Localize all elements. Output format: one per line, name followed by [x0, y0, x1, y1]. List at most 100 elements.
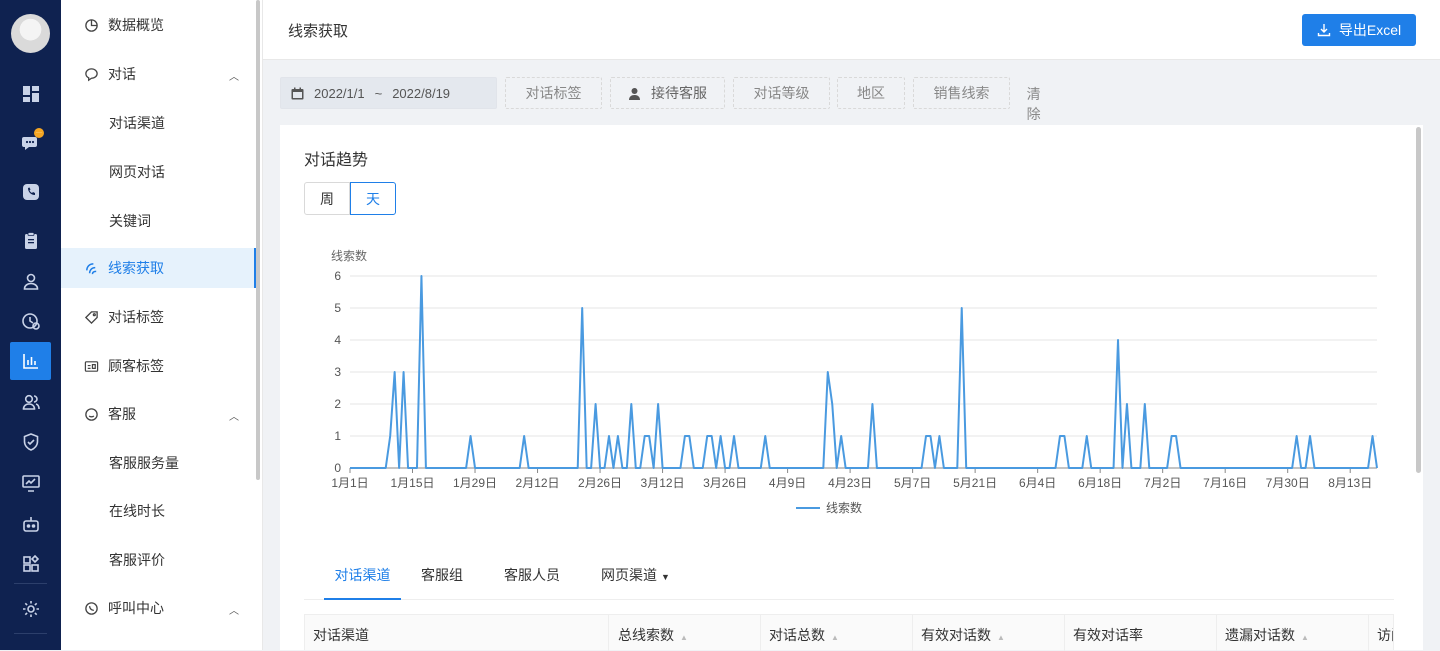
column-header-sortable[interactable]: 总线索数 ▲	[618, 625, 688, 645]
menu-item-leads[interactable]: 线索获取	[61, 248, 257, 288]
menu-item-label: 线索获取	[108, 260, 164, 276]
x-tick-label: 3月12日	[641, 476, 685, 490]
phone-icon[interactable]	[10, 173, 51, 211]
menu-group-service[interactable]: 客服 ︿	[61, 394, 257, 434]
dashboard-icon[interactable]	[10, 75, 51, 113]
menu-item-label: 在线时长	[109, 503, 165, 519]
menu-item-label: 对话渠道	[109, 115, 165, 131]
menu-item-label: 对话标签	[108, 309, 164, 325]
download-icon	[1317, 24, 1331, 37]
messages-icon[interactable]: ···	[10, 124, 51, 162]
sales-leads-filter[interactable]: 销售线索	[913, 77, 1010, 109]
y-axis-label: 线索数	[331, 248, 367, 263]
x-tick-label: 6月4日	[1019, 476, 1056, 490]
monitor-chart-icon[interactable]	[10, 464, 51, 502]
column-header[interactable]: 对话渠道	[313, 625, 369, 645]
x-tick-label: 5月7日	[894, 476, 931, 490]
table-header: 对话渠道 总线索数 ▲ 对话总数 ▲ 有效对话数 ▲ 有效对话率 遗漏对话数 ▲ 访问	[304, 614, 1394, 651]
menu-item-label: 关键词	[109, 213, 151, 229]
shield-icon[interactable]	[10, 423, 51, 461]
robot-icon[interactable]	[10, 505, 51, 543]
y-tick-label: 1	[334, 429, 341, 443]
menu-group-call-center[interactable]: 呼叫中心 ︿	[61, 588, 257, 628]
content-scrollbar[interactable]	[1416, 127, 1421, 473]
agent-filter[interactable]: 接待客服	[610, 77, 725, 109]
menu-item-label: 网页对话	[109, 164, 165, 180]
x-tick-label: 1月15日	[390, 476, 434, 490]
breakdown-tabs: 对话渠道 客服组 客服人员 网页渠道 ▼	[304, 559, 1394, 600]
avatar[interactable]	[11, 14, 50, 53]
menu-item-keywords[interactable]: 关键词	[61, 201, 257, 241]
dialog-tag-filter[interactable]: 对话标签	[505, 77, 602, 109]
menu-item-label: 呼叫中心	[108, 600, 164, 616]
date-range-picker[interactable]: 2022/1/1 ~ 2022/8/19	[280, 77, 497, 109]
menu-scrollbar[interactable]	[256, 0, 260, 480]
contacts-icon[interactable]	[10, 383, 51, 421]
menu-item-service-volume[interactable]: 客服服务量	[61, 443, 257, 483]
apps-icon[interactable]	[10, 545, 51, 583]
tab-dialog-channel[interactable]: 对话渠道	[324, 565, 401, 600]
rail-divider	[14, 583, 47, 584]
tab-agents[interactable]: 客服人员	[504, 565, 560, 600]
column-divider	[1216, 615, 1217, 651]
day-toggle-button[interactable]: 天	[350, 182, 396, 215]
caret-down-icon: ▼	[661, 572, 670, 582]
clock-chart-icon[interactable]	[10, 302, 51, 340]
magnet-icon	[83, 260, 99, 276]
column-header[interactable]: 有效对话率	[1073, 625, 1143, 645]
trend-card: 对话趋势 周 天 线索数 0 1 2 3 4 5 6 1月1日 1月15日 1月29日 2月12日 2月…	[280, 125, 1423, 651]
column-label: 对话渠道	[313, 627, 369, 643]
column-header[interactable]: 访问	[1377, 625, 1393, 645]
sort-icon: ▲	[997, 633, 1005, 642]
menu-item-overview[interactable]: 数据概览	[61, 5, 257, 45]
menu-item-customer-tags[interactable]: 顾客标签	[61, 346, 257, 386]
main-content: 线索获取 导出Excel 2022/1/1 ~ 2022/8/19 对话标签 接…	[263, 0, 1440, 651]
y-tick-label: 6	[334, 269, 341, 283]
settings-icon[interactable]	[10, 590, 51, 628]
column-divider	[1368, 615, 1369, 651]
y-tick-label: 5	[334, 301, 341, 315]
tab-agent-group[interactable]: 客服组	[421, 565, 463, 600]
notification-badge: ···	[34, 128, 44, 138]
menu-item-web-dialog[interactable]: 网页对话	[61, 152, 257, 192]
pie-chart-icon	[83, 17, 99, 33]
menu-group-dialog[interactable]: 对话 ︿	[61, 54, 257, 94]
person-icon	[629, 87, 640, 100]
user-icon[interactable]	[10, 262, 51, 300]
chat-bubble-icon	[83, 66, 99, 82]
x-tick-label: 3月26日	[703, 476, 747, 490]
date-end: 2022/8/19	[392, 85, 451, 101]
tab-web-channel[interactable]: 网页渠道 ▼	[601, 565, 670, 600]
app-rail: ···	[0, 0, 61, 650]
export-excel-button[interactable]: 导出Excel	[1302, 14, 1416, 46]
menu-item-online-time[interactable]: 在线时长	[61, 491, 257, 531]
clipboard-icon[interactable]	[10, 222, 51, 260]
menu-item-service-rating[interactable]: 客服评价	[61, 540, 257, 580]
column-header-sortable[interactable]: 对话总数 ▲	[769, 625, 839, 645]
week-toggle-button[interactable]: 周	[304, 182, 350, 215]
x-tick-label: 4月23日	[828, 476, 872, 490]
column-label: 总线索数	[618, 627, 674, 643]
statistics-icon[interactable]	[10, 342, 51, 380]
menu-item-label: 客服	[108, 406, 136, 422]
menu-item-dialog-tags[interactable]: 对话标签	[61, 297, 257, 337]
id-card-icon	[83, 358, 99, 374]
date-start: 2022/1/1	[314, 85, 365, 101]
x-tick-label: 4月9日	[769, 476, 806, 490]
menu-item-label: 数据概览	[108, 17, 164, 33]
column-header-sortable[interactable]: 遗漏对话数 ▲	[1225, 625, 1309, 645]
filter-label: 地区	[857, 85, 885, 101]
dialog-level-filter[interactable]: 对话等级	[733, 77, 830, 109]
filter-label: 对话标签	[525, 85, 582, 101]
filter-label: 接待客服	[651, 85, 707, 101]
column-header-sortable[interactable]: 有效对话数 ▲	[921, 625, 1005, 645]
tab-label: 网页渠道	[601, 567, 657, 583]
phone-chat-icon	[83, 600, 99, 616]
menu-item-dialog-channel[interactable]: 对话渠道	[61, 103, 257, 143]
secondary-menu: 数据概览 对话 ︿ 对话渠道 网页对话 关键词 线索获取 对话标签 顾客标签 客…	[61, 0, 263, 650]
filter-label: 对话等级	[753, 85, 810, 101]
region-filter[interactable]: 地区	[837, 77, 905, 109]
column-divider	[912, 615, 913, 651]
x-tick-label: 6月18日	[1078, 476, 1122, 490]
column-label: 有效对话数	[921, 627, 991, 643]
